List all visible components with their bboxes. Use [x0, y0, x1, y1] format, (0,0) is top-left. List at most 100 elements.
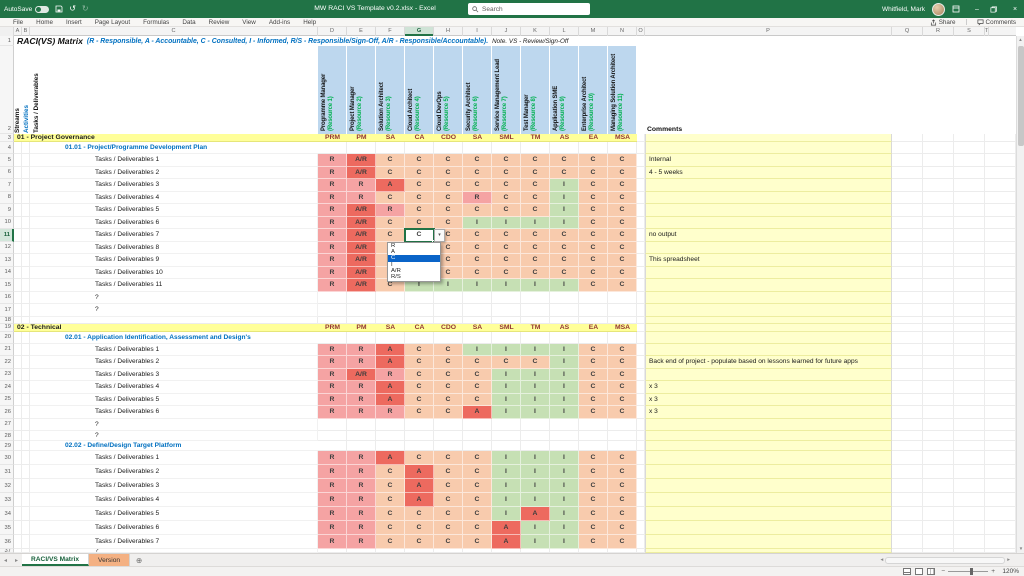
row-number[interactable]: 4 [0, 142, 14, 154]
cell[interactable] [892, 229, 923, 242]
cell[interactable] [985, 441, 1016, 451]
matrix-cell[interactable]: I [492, 279, 521, 292]
cell[interactable] [923, 451, 954, 465]
column-header-S[interactable]: S [954, 27, 985, 36]
cell[interactable] [923, 479, 954, 493]
matrix-cell[interactable] [463, 317, 492, 324]
cell[interactable] [892, 406, 923, 419]
matrix-cell[interactable] [376, 431, 405, 441]
matrix-cell[interactable]: C [492, 267, 521, 280]
column-header-J[interactable]: J [492, 27, 521, 36]
task-label[interactable]: Tasks / Deliverables 6 [30, 217, 318, 230]
matrix-cell[interactable] [492, 142, 521, 154]
matrix-cell[interactable]: C [405, 521, 434, 535]
matrix-cell[interactable] [434, 441, 463, 451]
cell[interactable] [954, 535, 985, 549]
dropdown-button[interactable]: ▾ [434, 229, 445, 242]
comment-cell[interactable]: x 3 [645, 406, 892, 419]
sheet-tab-version[interactable]: Version [89, 554, 130, 566]
matrix-cell[interactable]: C [579, 394, 608, 407]
column-header-C[interactable]: C [30, 27, 318, 36]
matrix-cell[interactable]: I [550, 451, 579, 465]
matrix-cell[interactable]: C [434, 507, 463, 521]
matrix-cell[interactable]: I [550, 479, 579, 493]
vertical-scrollbar[interactable]: ▲ ▼ [1016, 36, 1024, 553]
role-abbr[interactable]: CDO [434, 134, 463, 142]
row-number[interactable]: 28 [0, 431, 14, 441]
matrix-cell[interactable] [608, 332, 637, 344]
matrix-cell[interactable]: A/R [347, 229, 376, 242]
matrix-cell[interactable]: C [463, 465, 492, 479]
matrix-cell[interactable]: C [608, 192, 637, 205]
task-label[interactable]: ? [30, 431, 318, 441]
matrix-cell[interactable] [579, 142, 608, 154]
matrix-cell[interactable]: C [550, 154, 579, 167]
task-label[interactable]: Tasks / Deliverables 4 [30, 192, 318, 205]
matrix-cell[interactable] [405, 317, 434, 324]
role-abbr[interactable]: SA [463, 134, 492, 142]
matrix-cell[interactable]: R [318, 356, 347, 369]
matrix-cell[interactable]: C [405, 451, 434, 465]
matrix-cell[interactable]: C [521, 356, 550, 369]
matrix-cell[interactable]: C [550, 254, 579, 267]
cell[interactable] [14, 179, 22, 192]
matrix-cell[interactable]: C [376, 465, 405, 479]
role-abbr[interactable]: SA [463, 324, 492, 332]
matrix-cell[interactable] [405, 142, 434, 154]
matrix-cell[interactable]: I [492, 344, 521, 357]
cell[interactable] [22, 204, 30, 217]
row-number[interactable]: 2 [0, 46, 14, 134]
cell[interactable] [22, 254, 30, 267]
cell[interactable] [892, 192, 923, 205]
matrix-cell[interactable] [492, 441, 521, 451]
column-header-G[interactable]: G [405, 27, 434, 36]
role-header-4[interactable]: Cloud Architect(Resource 4) [405, 46, 434, 134]
matrix-cell[interactable]: C [521, 154, 550, 167]
cell[interactable] [22, 229, 30, 242]
matrix-cell[interactable] [376, 441, 405, 451]
matrix-cell[interactable]: C [608, 242, 637, 255]
matrix-cell[interactable]: C [521, 229, 550, 242]
cell[interactable] [923, 179, 954, 192]
comment-cell[interactable] [645, 535, 892, 549]
cell[interactable] [954, 304, 985, 317]
matrix-cell[interactable]: I [550, 217, 579, 230]
row-number[interactable]: 18 [0, 317, 14, 324]
cell[interactable] [923, 254, 954, 267]
matrix-cell[interactable]: I [521, 465, 550, 479]
matrix-cell[interactable] [347, 431, 376, 441]
row-number[interactable]: 11 [0, 229, 14, 242]
matrix-cell[interactable] [405, 431, 434, 441]
task-label[interactable]: Tasks / Deliverables 4 [30, 381, 318, 394]
matrix-cell[interactable]: C [579, 381, 608, 394]
cell[interactable] [22, 431, 30, 441]
matrix-cell[interactable]: I [550, 465, 579, 479]
matrix-cell[interactable]: C [376, 535, 405, 549]
cell[interactable] [892, 369, 923, 382]
cell[interactable] [22, 167, 30, 180]
cell[interactable] [954, 394, 985, 407]
matrix-cell[interactable]: A/R [347, 279, 376, 292]
matrix-cell[interactable]: I [521, 493, 550, 507]
cell[interactable] [923, 535, 954, 549]
matrix-cell[interactable]: I [521, 406, 550, 419]
cell[interactable] [923, 332, 954, 344]
cell[interactable] [892, 521, 923, 535]
matrix-cell[interactable] [376, 304, 405, 317]
matrix-cell[interactable]: I [492, 394, 521, 407]
column-header-B[interactable]: B [22, 27, 30, 36]
column-header-D[interactable]: D [318, 27, 347, 36]
matrix-cell[interactable]: R [347, 451, 376, 465]
cell[interactable] [985, 134, 1016, 142]
row-number[interactable]: 16 [0, 292, 14, 305]
row-number[interactable]: 15 [0, 279, 14, 292]
row-number[interactable]: 25 [0, 394, 14, 407]
matrix-cell[interactable] [318, 317, 347, 324]
matrix-cell[interactable]: I [492, 406, 521, 419]
matrix-cell[interactable]: C [405, 369, 434, 382]
cell[interactable] [892, 142, 923, 154]
matrix-cell[interactable] [492, 419, 521, 432]
matrix-cell[interactable]: A [376, 394, 405, 407]
matrix-cell[interactable]: I [521, 369, 550, 382]
matrix-cell[interactable]: C [405, 394, 434, 407]
